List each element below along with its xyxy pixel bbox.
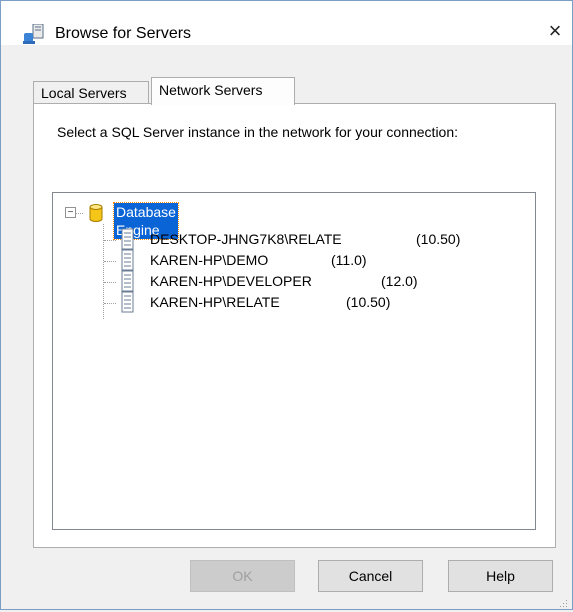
server-version: (11.0) xyxy=(331,252,367,268)
close-button[interactable]: × xyxy=(539,15,571,47)
server-version: (12.0) xyxy=(381,273,418,289)
tree-connector xyxy=(75,213,83,214)
tree-connector xyxy=(104,240,116,241)
server-tree[interactable]: − Database Engine DESKTOP-JHNG7K8\RELATE xyxy=(52,192,536,530)
server-name: DESKTOP-JHNG7K8\RELATE xyxy=(150,231,342,247)
help-button[interactable]: Help xyxy=(448,560,553,592)
ok-button[interactable]: OK xyxy=(190,560,295,592)
resize-grip-icon[interactable] xyxy=(558,595,568,607)
server-icon xyxy=(121,291,135,317)
instructions-text: Select a SQL Server instance in the netw… xyxy=(57,124,459,140)
title-bar[interactable]: Browse for Servers × xyxy=(1,1,572,45)
database-icon xyxy=(89,204,103,226)
server-version: (10.50) xyxy=(346,294,391,310)
tab-network-servers[interactable]: Network Servers xyxy=(151,77,295,105)
close-icon: × xyxy=(548,18,562,43)
server-version: (10.50) xyxy=(416,231,461,247)
tree-vertical-connector xyxy=(103,224,104,319)
tree-connector xyxy=(104,303,116,304)
tree-connector xyxy=(104,261,116,262)
server-name: KAREN-HP\RELATE xyxy=(150,294,280,310)
tab-local-servers[interactable]: Local Servers xyxy=(33,81,149,103)
servers-icon xyxy=(23,23,47,50)
server-name: KAREN-HP\DEMO xyxy=(150,252,269,268)
browse-for-servers-dialog: Browse for Servers × Local Servers Netwo… xyxy=(0,0,573,610)
server-name: KAREN-HP\DEVELOPER xyxy=(150,273,312,289)
cancel-button[interactable]: Cancel xyxy=(318,560,423,592)
dialog-title: Browse for Servers xyxy=(55,25,192,42)
tree-connector xyxy=(104,282,116,283)
network-servers-panel: Select a SQL Server instance in the netw… xyxy=(33,103,556,548)
